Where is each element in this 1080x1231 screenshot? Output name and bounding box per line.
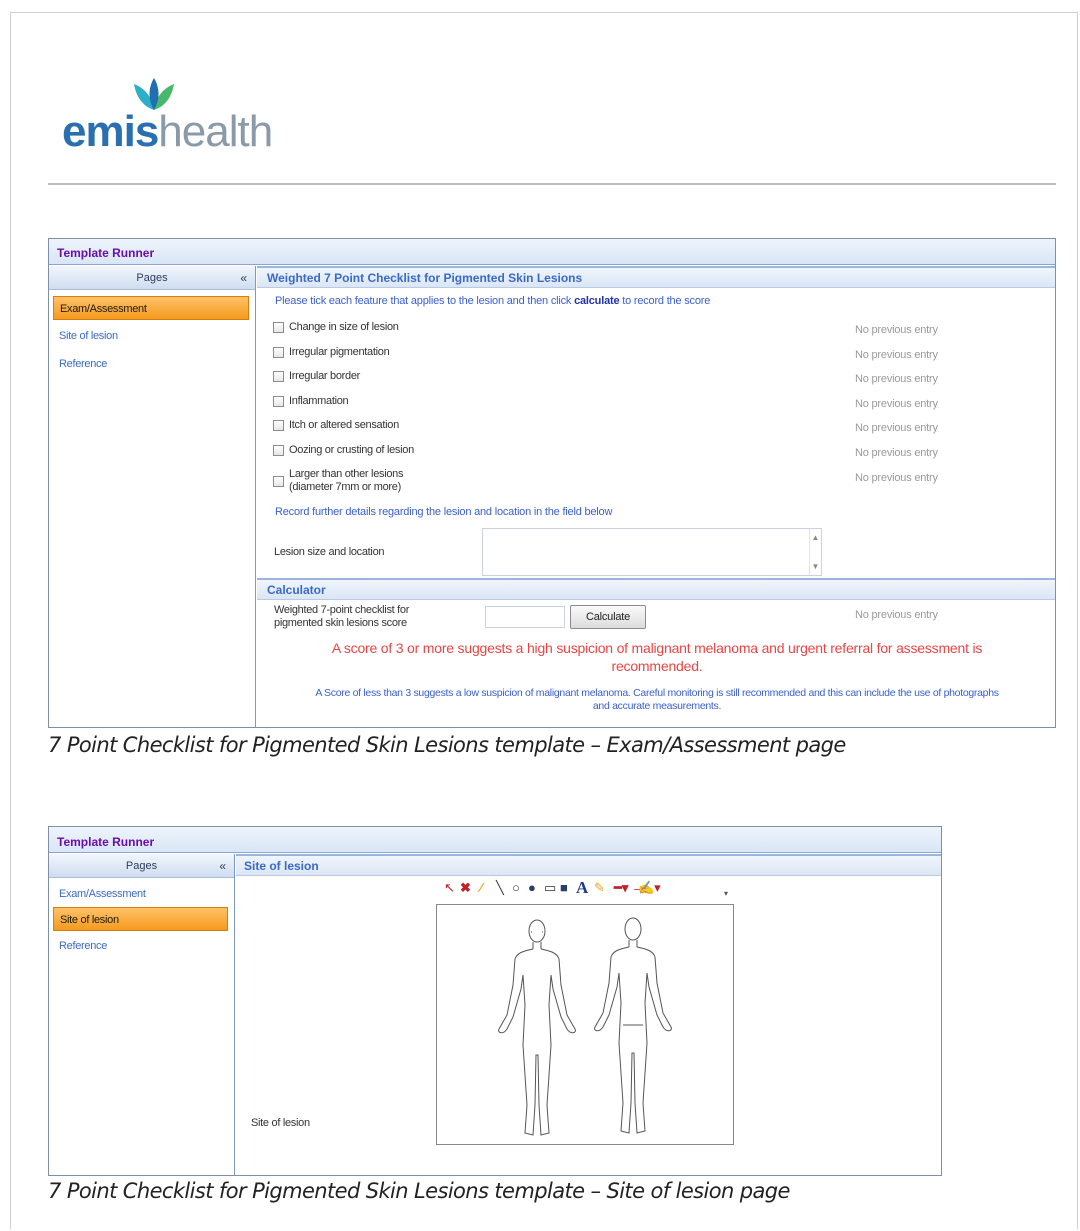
filled-ellipse-icon[interactable]: ● (528, 880, 536, 896)
body-map-canvas[interactable] (436, 904, 734, 1145)
delete-icon[interactable]: ✖ (460, 880, 471, 896)
warning-line1: A score of 3 or more suggests a high sus… (331, 640, 983, 656)
score-input[interactable] (485, 606, 565, 628)
score-label-line2: pigmented skin lesions score (274, 617, 407, 629)
checkbox-oozing[interactable] (273, 445, 284, 456)
warning-line2: recommended. (611, 658, 703, 674)
high-score-warning: A score of 3 or more suggests a high sus… (257, 639, 1057, 675)
site-main-panel: Site of lesion ↖ ✖ ∕ ╲ ○ ● ▭ ■ A ✎ ━▾ ̶✍… (236, 854, 941, 1175)
pencil-icon[interactable]: ∕ (480, 880, 482, 896)
checkbox-larger[interactable] (273, 476, 284, 487)
checkbox-label-line2: (diameter 7mm or more) (289, 481, 401, 493)
back-body-outline (594, 917, 672, 1134)
line-icon[interactable]: ╲ (496, 880, 504, 896)
scroll-down-icon[interactable]: ▼ (810, 562, 821, 571)
checkbox-itch[interactable] (273, 420, 284, 431)
toolbar-overflow-icon[interactable]: ▾ (724, 886, 728, 902)
text-icon[interactable]: A (576, 879, 588, 896)
pages-header-label: Pages (136, 272, 168, 284)
nav-item-site-of-lesion[interactable]: Site of lesion (53, 907, 228, 931)
window-title: Template Runner (49, 239, 1055, 265)
pointer-icon[interactable]: ↖ (444, 880, 455, 896)
body-outline-diagram (498, 917, 672, 1136)
pages-sidebar: Pages « Exam/Assessment Site of lesion R… (49, 266, 256, 727)
logo-wordmark-bold: emis (62, 107, 159, 156)
pages-header: Pages « (49, 266, 255, 290)
pages-sidebar: Pages « Exam/Assessment Site of lesion R… (49, 854, 235, 1175)
checkbox-label: Irregular pigmentation (289, 346, 390, 358)
details-prompt: Record further details regarding the les… (275, 506, 613, 518)
nav-item-exam-assessment[interactable]: Exam/Assessment (53, 296, 249, 320)
lesion-size-location-input[interactable]: ▲ ▼ (482, 528, 822, 576)
rectangle-icon[interactable]: ▭ (544, 880, 556, 896)
instruction-text: Please tick each feature that applies to… (275, 295, 710, 307)
checkbox-label-line1: Larger than other lesions (289, 468, 404, 480)
previous-entry-status: No previous entry (855, 324, 938, 336)
drawing-toolbar: ↖ ✖ ∕ ╲ ○ ● ▭ ■ A ✎ ━▾ ̶✍▾ ▾ (436, 878, 736, 898)
score-previous-entry-status: No previous entry (855, 609, 938, 621)
logo-wordmark-light: health (158, 107, 273, 156)
scroll-up-icon[interactable]: ▲ (810, 533, 821, 542)
checkbox-label: Itch or altered sensation (289, 419, 399, 431)
nav-item-exam-assessment[interactable]: Exam/Assessment (53, 882, 228, 906)
header-divider (48, 183, 1056, 185)
fill-color-icon[interactable]: ̶✍▾ (638, 880, 661, 896)
nav-item-reference[interactable]: Reference (53, 352, 249, 376)
site-field-label: Site of lesion (251, 1117, 310, 1129)
previous-entry-status: No previous entry (855, 447, 938, 459)
caption-exam-page: 7 Point Checklist for Pigmented Skin Les… (48, 733, 846, 757)
checkbox-label: Change in size of lesion (289, 321, 399, 333)
highlighter-icon[interactable]: ✎ (594, 880, 605, 896)
checkbox-label: Irregular border (289, 370, 361, 382)
score-label-line1: Weighted 7-point checklist for (274, 604, 410, 616)
pages-header-label: Pages (125, 860, 158, 872)
logo-wordmark: emishealth (62, 107, 273, 156)
site-section-header: Site of lesion (236, 854, 941, 876)
checkbox-change-in-size[interactable] (273, 322, 284, 333)
checkbox-label: Oozing or crusting of lesion (289, 444, 414, 456)
previous-entry-status: No previous entry (855, 349, 938, 361)
collapse-chevron-icon[interactable]: « (219, 854, 226, 878)
checklist-section-header: Weighted 7 Point Checklist for Pigmented… (257, 266, 1055, 288)
caption-site-page: 7 Point Checklist for Pigmented Skin Les… (48, 1179, 790, 1203)
nav-item-site-of-lesion[interactable]: Site of lesion (53, 324, 249, 348)
calculate-button[interactable]: Calculate (570, 605, 646, 629)
checkbox-inflammation[interactable] (273, 396, 284, 407)
previous-entry-status: No previous entry (855, 422, 938, 434)
note-line2: and accurate measurements. (592, 700, 722, 712)
template-runner-exam: Template Runner Pages « Exam/Assessment … (48, 238, 1056, 728)
previous-entry-status: No previous entry (855, 398, 938, 410)
line-color-icon[interactable]: ━▾ (614, 880, 628, 896)
pages-header: Pages « (49, 854, 234, 878)
collapse-chevron-icon[interactable]: « (240, 266, 247, 290)
previous-entry-status: No previous entry (855, 373, 938, 385)
front-body-outline (498, 919, 576, 1136)
instruction-post: to record the score (622, 295, 711, 307)
window-title: Template Runner (49, 827, 941, 853)
low-score-note: A Score of less than 3 suggests a low su… (257, 687, 1057, 713)
filled-rectangle-icon[interactable]: ■ (560, 880, 568, 896)
checkbox-irregular-pigmentation[interactable] (273, 347, 284, 358)
checkbox-label: Inflammation (289, 395, 349, 407)
ellipse-icon[interactable]: ○ (512, 880, 520, 896)
instruction-pre: Please tick each feature that applies to… (275, 295, 572, 307)
template-runner-site: Template Runner Pages « Exam/Assessment … (48, 826, 942, 1176)
note-line1: A Score of less than 3 suggests a low su… (315, 687, 999, 699)
calculator-section-header: Calculator (257, 578, 1055, 600)
score-label: Weighted 7-point checklist for pigmented… (274, 604, 409, 630)
instruction-calculate: calculate (574, 295, 620, 307)
exam-main-panel: Weighted 7 Point Checklist for Pigmented… (257, 266, 1055, 727)
checkbox-irregular-border[interactable] (273, 371, 284, 382)
nav-item-reference[interactable]: Reference (53, 934, 228, 958)
textarea-scrollbar[interactable]: ▲ ▼ (809, 529, 821, 575)
lesion-field-label: Lesion size and location (274, 546, 385, 558)
emis-health-logo: emishealth (62, 76, 273, 156)
previous-entry-status: No previous entry (855, 472, 938, 484)
